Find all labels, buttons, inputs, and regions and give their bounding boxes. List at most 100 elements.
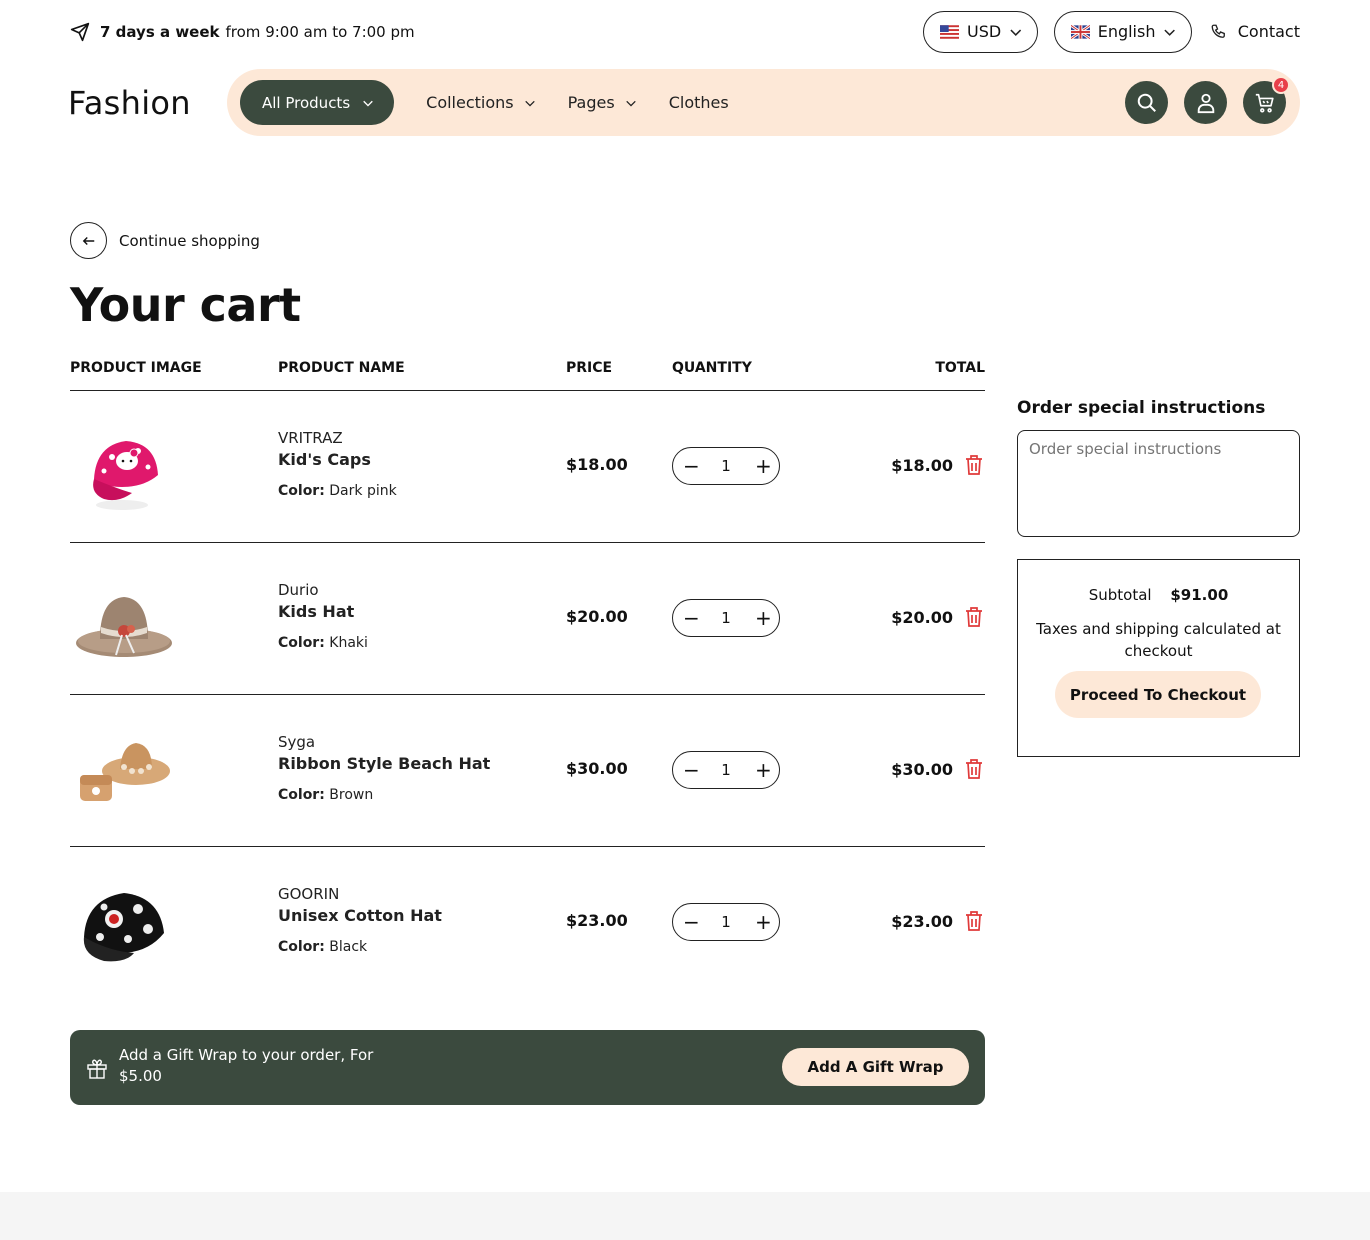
unit-price: $20.00 (566, 607, 628, 626)
color-label: Color: (278, 787, 325, 803)
product-name-link[interactable]: Unisex Cotton Hat (278, 906, 442, 925)
plus-icon[interactable]: + (755, 760, 772, 780)
color-label: Color: (278, 483, 325, 499)
minus-icon[interactable]: − (683, 456, 700, 476)
product-vendor: Durio (278, 581, 319, 599)
opening-hours: 7 days a week from 9:00 am to 7:00 pm (70, 22, 415, 42)
line-total: $30.00 (891, 760, 953, 779)
continue-shopping-link[interactable]: Continue shopping (70, 222, 260, 259)
cart-row: Syga Ribbon Style Beach Hat Color: Brown… (70, 695, 985, 847)
col-header-name: PRODUCT NAME (278, 360, 405, 376)
product-vendor: VRITRAZ (278, 429, 343, 447)
site-logo[interactable]: Fashion (68, 84, 191, 122)
currency-value: USD (967, 22, 1002, 41)
search-button[interactable] (1125, 81, 1168, 124)
quantity-value[interactable]: 1 (721, 457, 731, 475)
main-nav: All Products Collections Pages Clothes 4 (227, 69, 1300, 136)
line-total: $23.00 (891, 912, 953, 931)
gift-wrap-text: Add a Gift Wrap to your order, For $5.00 (119, 1046, 374, 1085)
cart-row: Durio Kids Hat Color: Khaki $20.00 − 1 +… (70, 543, 985, 695)
quantity-stepper: − 1 + (672, 903, 780, 941)
cart-count-badge: 4 (1272, 76, 1290, 94)
color-value: Black (329, 939, 368, 955)
instructions-textarea[interactable] (1017, 430, 1300, 537)
col-header-price: PRICE (566, 360, 613, 376)
checkout-button[interactable]: Proceed To Checkout (1055, 671, 1261, 718)
product-name-link[interactable]: Ribbon Style Beach Hat (278, 754, 490, 773)
account-button[interactable] (1184, 81, 1227, 124)
cart-row: VRITRAZ Kid's Caps Color: Dark pink $18.… (70, 391, 985, 543)
product-name-link[interactable]: Kids Hat (278, 602, 368, 621)
product-name-link[interactable]: Kid's Caps (278, 450, 397, 469)
gift-icon (87, 1059, 107, 1079)
line-total: $18.00 (891, 456, 953, 475)
tax-note: Taxes and shipping calculated at checkou… (1036, 620, 1281, 660)
color-value: Dark pink (329, 483, 397, 499)
nav-collections[interactable]: Collections (426, 93, 535, 112)
quantity-stepper: − 1 + (672, 599, 780, 637)
arrow-left-icon (82, 236, 94, 245)
chevron-down-icon (1010, 29, 1022, 36)
color-label: Color: (278, 635, 325, 651)
cart-row: GOORIN Unisex Cotton Hat Color: Black $2… (70, 847, 985, 999)
trash-icon[interactable] (964, 910, 984, 932)
top-bar: 7 days a week from 9:00 am to 7:00 pm US… (70, 10, 1300, 53)
quantity-value[interactable]: 1 (721, 761, 731, 779)
chevron-down-icon (363, 100, 373, 107)
nav-all-products[interactable]: All Products (240, 80, 395, 125)
color-value: Khaki (329, 635, 368, 651)
plus-icon[interactable]: + (755, 608, 772, 628)
quantity-value[interactable]: 1 (721, 609, 731, 627)
col-header-image: PRODUCT IMAGE (70, 360, 202, 376)
send-icon (70, 22, 90, 41)
currency-selector[interactable]: USD (922, 10, 1038, 53)
contact-link[interactable]: Contact (1210, 22, 1300, 41)
subtotal-label: Subtotal (1088, 586, 1152, 604)
nav-all-products-label: All Products (262, 93, 351, 112)
days-label: 7 days a week (100, 22, 220, 41)
back-button[interactable] (70, 222, 107, 259)
user-icon (1197, 93, 1214, 113)
nav-collections-label: Collections (426, 93, 514, 112)
col-header-quantity: QUANTITY (672, 360, 752, 376)
phone-icon (1211, 24, 1225, 38)
trash-icon[interactable] (964, 454, 984, 476)
footer-band (0, 1192, 1370, 1240)
page-title: Your cart (70, 278, 301, 332)
order-summary: Subtotal $91.00 Taxes and shipping calcu… (1017, 559, 1300, 757)
nav-clothes-label: Clothes (668, 93, 729, 112)
uk-flag-icon (1070, 24, 1090, 39)
color-value: Brown (329, 787, 374, 803)
nav-pages[interactable]: Pages (568, 93, 637, 112)
plus-icon[interactable]: + (755, 456, 772, 476)
minus-icon[interactable]: − (683, 608, 700, 628)
quantity-value[interactable]: 1 (721, 913, 731, 931)
minus-icon[interactable]: − (683, 912, 700, 932)
language-selector[interactable]: English (1053, 10, 1192, 53)
unit-price: $23.00 (566, 911, 628, 930)
trash-icon[interactable] (964, 606, 984, 628)
minus-icon[interactable]: − (683, 760, 700, 780)
trash-icon[interactable] (964, 758, 984, 780)
product-info: VRITRAZ Kid's Caps Color: Dark pink (278, 429, 397, 499)
gift-wrap-banner: Add a Gift Wrap to your order, For $5.00… (70, 1030, 985, 1105)
cart-button[interactable]: 4 (1243, 76, 1290, 124)
unit-price: $30.00 (566, 759, 628, 778)
product-info: GOORIN Unisex Cotton Hat Color: Black (278, 885, 442, 955)
product-image-cotton-hat[interactable] (74, 873, 174, 973)
product-image-khaki-hat[interactable] (74, 569, 174, 669)
add-gift-wrap-button[interactable]: Add A Gift Wrap (782, 1048, 969, 1086)
product-color: Color: Dark pink (278, 483, 397, 499)
quantity-stepper: − 1 + (672, 751, 780, 789)
col-header-total: TOTAL (935, 360, 985, 376)
product-image-pink-cap[interactable] (74, 417, 174, 517)
plus-icon[interactable]: + (755, 912, 772, 932)
chevron-down-icon (524, 100, 535, 106)
cart-table-header: PRODUCT IMAGE PRODUCT NAME PRICE QUANTIT… (70, 356, 985, 391)
color-label: Color: (278, 939, 325, 955)
subtotal-row: Subtotal $91.00 (1018, 586, 1299, 604)
product-image-beach-hat[interactable] (74, 721, 174, 821)
product-color: Color: Brown (278, 787, 490, 803)
nav-clothes[interactable]: Clothes (669, 93, 729, 112)
chevron-down-icon (1164, 29, 1176, 36)
